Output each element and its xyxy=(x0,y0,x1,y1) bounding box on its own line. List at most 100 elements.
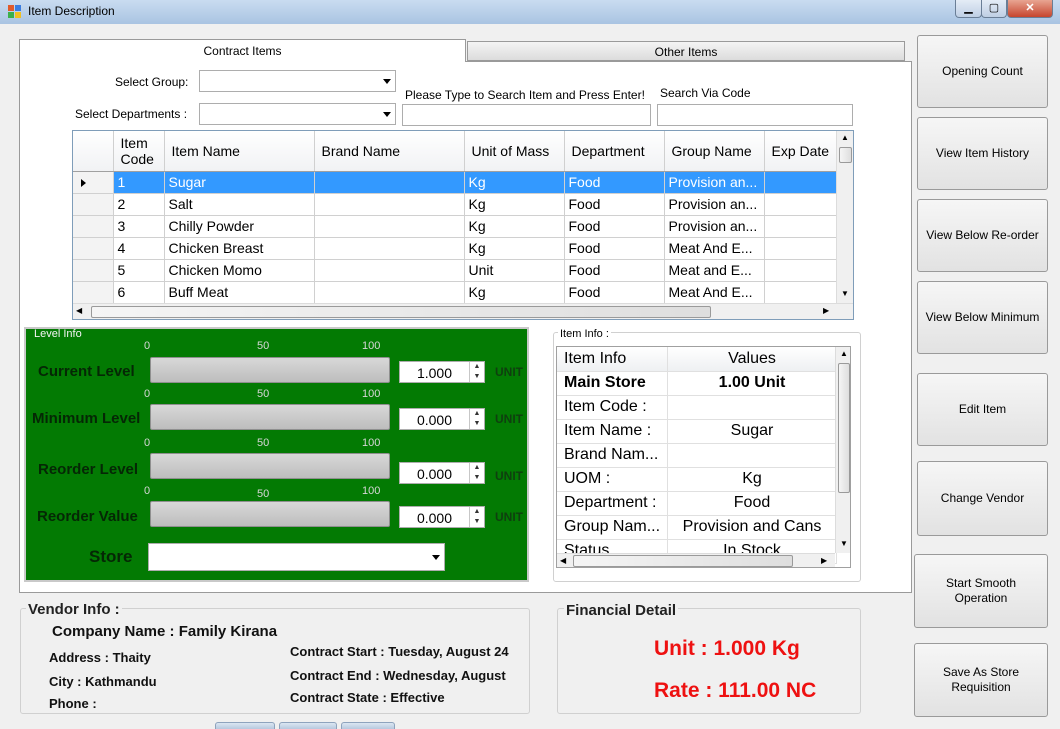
info-horizontal-scrollbar[interactable]: ◀ ▶ xyxy=(557,553,835,567)
cell-unit[interactable]: Kg xyxy=(464,281,565,304)
item-info-grid[interactable]: Item Info Values Main Store 1.00 Unit Ite… xyxy=(556,346,851,568)
minimize-button[interactable]: ▁ xyxy=(955,0,982,18)
spin-up-icon[interactable]: ▲ xyxy=(470,409,484,419)
info-row[interactable]: Department : Food xyxy=(557,491,837,516)
cell-item-code[interactable]: 5 xyxy=(113,259,165,282)
grid-horizontal-scrollbar[interactable]: ◀ ▶ xyxy=(73,303,853,319)
spin-down-icon[interactable]: ▼ xyxy=(470,517,484,527)
scroll-up-icon[interactable]: ▲ xyxy=(841,133,849,142)
cell-group-name[interactable]: Meat And E... xyxy=(664,281,765,304)
cell-department[interactable]: Food xyxy=(564,281,665,304)
view-below-minimum-button[interactable]: View Below Minimum xyxy=(917,281,1048,354)
cell-department[interactable]: Food xyxy=(564,215,665,238)
view-below-reorder-button[interactable]: View Below Re-order xyxy=(917,199,1048,272)
cell-item-name[interactable]: Chilly Powder xyxy=(164,215,315,238)
cell-department[interactable]: Food xyxy=(564,237,665,260)
cell-exp-date[interactable] xyxy=(764,171,845,194)
cell-exp-date[interactable] xyxy=(764,215,845,238)
info-header-key[interactable]: Item Info xyxy=(557,347,669,372)
cell-exp-date[interactable] xyxy=(764,281,845,304)
row-header[interactable] xyxy=(73,237,114,260)
code-search-input[interactable] xyxy=(657,104,853,126)
spin-down-icon[interactable]: ▼ xyxy=(470,372,484,382)
row-header[interactable] xyxy=(73,259,114,282)
reorder-level-spinner[interactable]: ▲ ▼ xyxy=(469,463,484,483)
spin-down-icon[interactable]: ▼ xyxy=(470,473,484,483)
column-header-exp-date[interactable]: Exp Date xyxy=(764,131,845,172)
table-row[interactable]: 4 Chicken Breast Kg Food Meat And E... xyxy=(73,237,845,260)
cell-item-code[interactable]: 1 xyxy=(113,171,165,194)
edit-item-button[interactable]: Edit Item xyxy=(917,373,1048,446)
cell-unit[interactable]: Kg xyxy=(464,215,565,238)
cell-brand-name[interactable] xyxy=(314,171,465,194)
scroll-up-icon[interactable]: ▲ xyxy=(840,349,848,358)
grid-vertical-scroll-thumb[interactable] xyxy=(839,147,852,163)
cell-group-name[interactable]: Meat and E... xyxy=(664,259,765,282)
row-header[interactable] xyxy=(73,215,114,238)
cell-brand-name[interactable] xyxy=(314,259,465,282)
column-header-item-name[interactable]: Item Name xyxy=(164,131,315,172)
minimum-level-bar[interactable] xyxy=(150,404,390,430)
reorder-value-bar[interactable] xyxy=(150,501,390,527)
group-combo[interactable] xyxy=(199,70,396,92)
start-smooth-operation-button[interactable]: Start Smooth Operation xyxy=(914,554,1048,628)
scroll-down-icon[interactable]: ▼ xyxy=(840,539,848,548)
current-level-input[interactable]: 1.000 ▲ ▼ xyxy=(399,361,485,383)
info-row[interactable]: UOM : Kg xyxy=(557,467,837,492)
spin-down-icon[interactable]: ▼ xyxy=(470,419,484,429)
column-header-brand-name[interactable]: Brand Name xyxy=(314,131,465,172)
cell-brand-name[interactable] xyxy=(314,281,465,304)
cell-exp-date[interactable] xyxy=(764,193,845,216)
search-input[interactable] xyxy=(402,104,651,126)
row-header[interactable] xyxy=(73,281,114,304)
info-row[interactable]: Item Name : Sugar xyxy=(557,419,837,444)
cell-item-name[interactable]: Sugar xyxy=(164,171,315,194)
taskbar-item[interactable] xyxy=(341,722,395,729)
column-header-unit-of-mass[interactable]: Unit of Mass xyxy=(464,131,565,172)
spin-up-icon[interactable]: ▲ xyxy=(470,463,484,473)
table-row[interactable]: 2 Salt Kg Food Provision an... xyxy=(73,193,845,216)
grid-vertical-scrollbar[interactable]: ▲ ▼ xyxy=(836,131,853,303)
cell-unit[interactable]: Kg xyxy=(464,171,565,194)
current-level-bar[interactable] xyxy=(150,357,390,383)
store-combo[interactable] xyxy=(148,543,445,571)
info-vertical-scroll-thumb[interactable] xyxy=(838,363,850,493)
reorder-level-input[interactable]: 0.000 ▲ ▼ xyxy=(399,462,485,484)
cell-exp-date[interactable] xyxy=(764,259,845,282)
info-row[interactable]: Main Store 1.00 Unit xyxy=(557,371,837,396)
spin-up-icon[interactable]: ▲ xyxy=(470,362,484,372)
cell-unit[interactable]: Kg xyxy=(464,193,565,216)
tab-other-items[interactable]: Other Items xyxy=(467,41,905,61)
reorder-level-bar[interactable] xyxy=(150,453,390,479)
close-button[interactable]: ✕ xyxy=(1007,0,1053,18)
reorder-value-input[interactable]: 0.000 ▲ ▼ xyxy=(399,506,485,528)
scroll-left-icon[interactable]: ◀ xyxy=(76,306,82,315)
spin-up-icon[interactable]: ▲ xyxy=(470,507,484,517)
department-combo[interactable] xyxy=(199,103,396,125)
info-header-value[interactable]: Values xyxy=(667,347,837,372)
cell-brand-name[interactable] xyxy=(314,193,465,216)
row-header[interactable] xyxy=(73,193,114,216)
cell-department[interactable]: Food xyxy=(564,259,665,282)
cell-item-code[interactable]: 4 xyxy=(113,237,165,260)
cell-unit[interactable]: Kg xyxy=(464,237,565,260)
cell-item-name[interactable]: Salt xyxy=(164,193,315,216)
table-row[interactable]: 6 Buff Meat Kg Food Meat And E... xyxy=(73,281,845,304)
view-item-history-button[interactable]: View Item History xyxy=(917,117,1048,190)
items-grid[interactable]: Item Code Item Name Brand Name Unit of M… xyxy=(72,130,854,320)
info-row[interactable]: Group Nam... Provision and Cans xyxy=(557,515,837,540)
row-header[interactable] xyxy=(73,171,114,194)
cell-unit[interactable]: Unit xyxy=(464,259,565,282)
cell-item-name[interactable]: Chicken Breast xyxy=(164,237,315,260)
cell-item-code[interactable]: 6 xyxy=(113,281,165,304)
grid-horizontal-scroll-thumb[interactable] xyxy=(91,306,711,318)
cell-department[interactable]: Food xyxy=(564,171,665,194)
cell-brand-name[interactable] xyxy=(314,237,465,260)
current-level-spinner[interactable]: ▲ ▼ xyxy=(469,362,484,382)
save-as-store-requisition-button[interactable]: Save As Store Requisition xyxy=(914,643,1048,717)
info-row[interactable]: Item Code : xyxy=(557,395,837,420)
cell-group-name[interactable]: Provision an... xyxy=(664,215,765,238)
info-vertical-scrollbar[interactable]: ▲ ▼ xyxy=(835,347,850,553)
scroll-left-icon[interactable]: ◀ xyxy=(560,556,566,565)
taskbar-item[interactable] xyxy=(215,722,275,729)
